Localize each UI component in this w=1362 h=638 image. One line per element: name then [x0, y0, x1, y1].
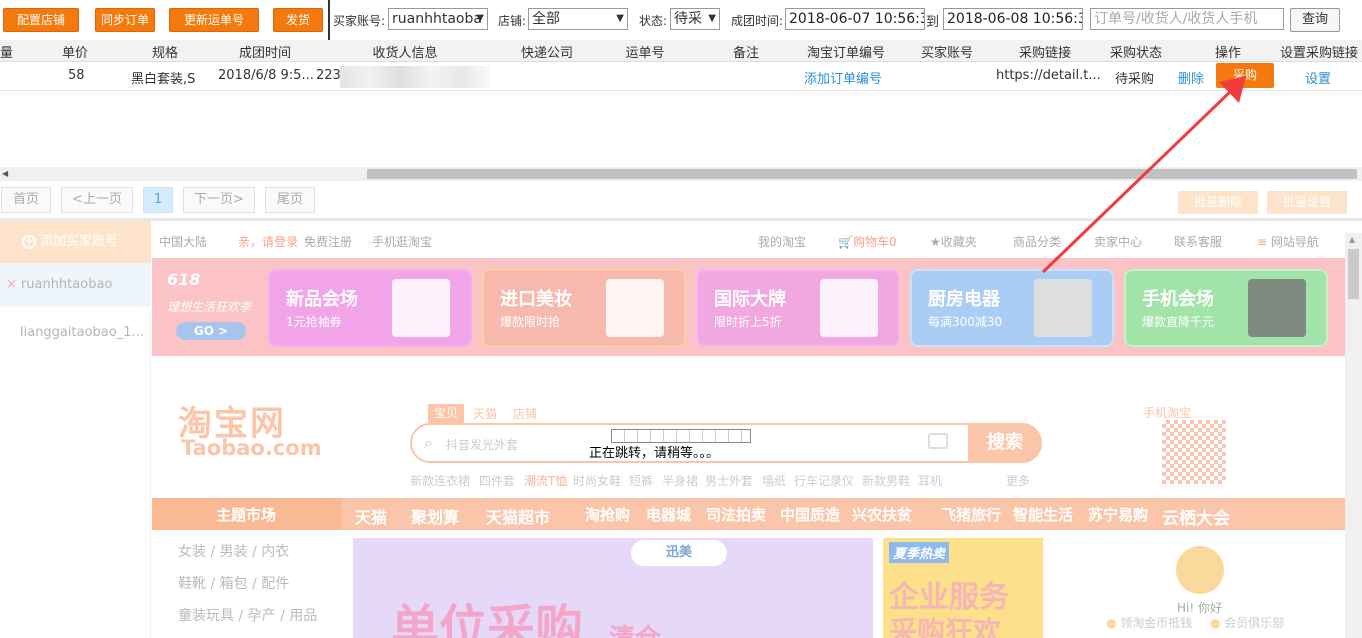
app-root: 配置店铺 同步订单 更新运单号 发货 买家账号: ruanhhtaoba ▼ 店铺…: [0, 0, 1362, 638]
arrow-line: [1041, 88, 1234, 274]
annotation-arrow: [1041, 76, 1246, 274]
